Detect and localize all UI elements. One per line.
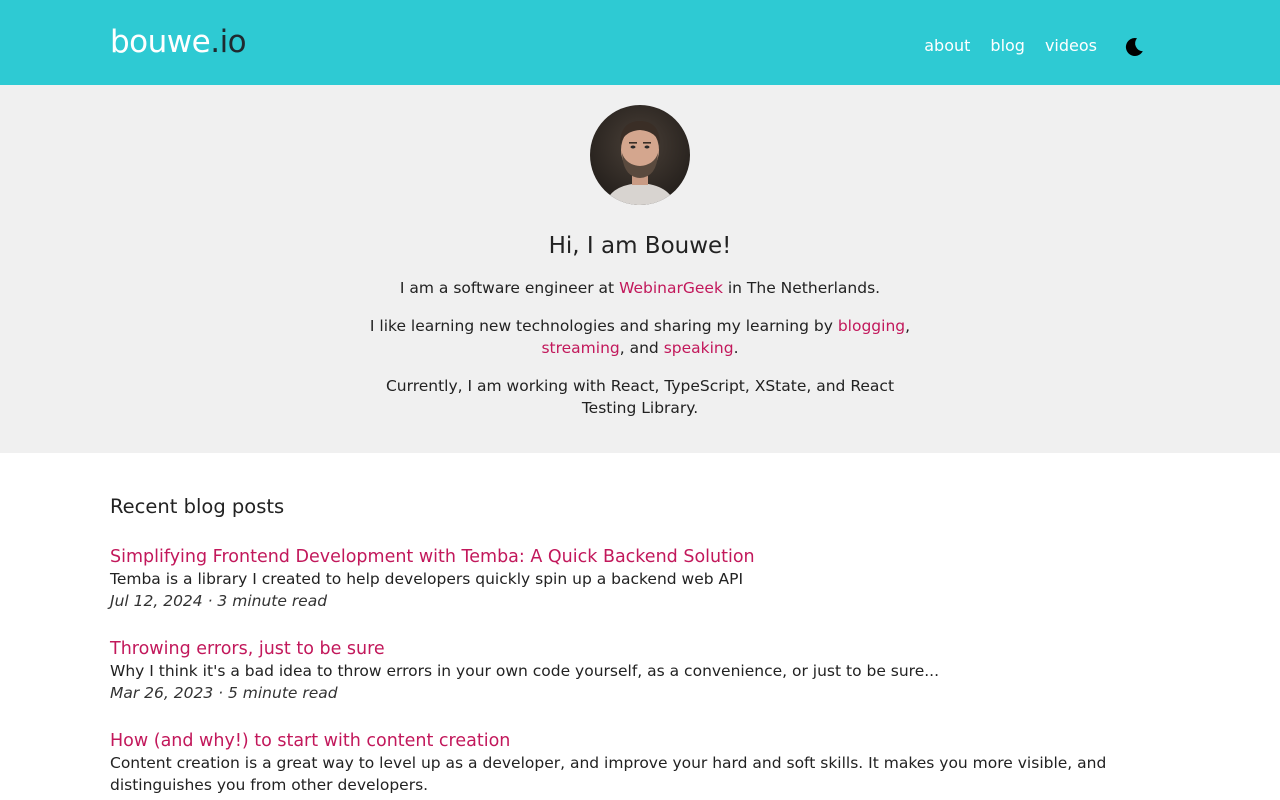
webinargeek-link[interactable]: WebinarGeek — [619, 279, 723, 297]
intro-line-work-text: I am a software engineer at — [399, 279, 620, 297]
post-meta: Jul 12, 2024 · 3 minute read — [110, 592, 328, 610]
separator-text: , and — [619, 339, 664, 357]
post-title-link[interactable]: Simplifying Frontend Development with Te… — [110, 546, 1170, 568]
nav-about-link[interactable]: about — [924, 34, 970, 58]
intro-heading: Hi, I am Bouwe! — [548, 233, 732, 259]
site-header: bouwe.io about blog videos — [0, 0, 1280, 85]
blogging-link[interactable]: blogging — [838, 317, 905, 335]
post-item: Throwing errors, just to be sure Why I t… — [110, 638, 1170, 704]
nav-videos-link[interactable]: videos — [1045, 34, 1097, 58]
intro-line-learning-text: I like learning new technologies and sha… — [369, 317, 838, 335]
intro-line-work: I am a software engineer at WebinarGeek … — [360, 277, 920, 299]
intro-line-work-text-end: in The Netherlands. — [722, 279, 881, 297]
post-description: Content creation is a great way to level… — [110, 754, 1107, 794]
post-description: Why I think it's a bad idea to throw err… — [110, 662, 940, 680]
streaming-link[interactable]: streaming — [541, 339, 619, 357]
main-nav: about blog videos — [924, 34, 1097, 58]
speaking-link[interactable]: speaking — [664, 339, 734, 357]
moon-icon[interactable] — [1122, 35, 1146, 59]
post-item: Simplifying Frontend Development with Te… — [110, 546, 1170, 612]
profile-photo-icon — [590, 105, 690, 205]
separator-text: , — [905, 317, 911, 335]
nav-blog-link[interactable]: blog — [990, 34, 1025, 58]
intro-line-current: Currently, I am working with React, Type… — [385, 377, 895, 417]
intro-line-learning: I like learning new technologies and sha… — [360, 315, 920, 359]
post-item: How (and why!) to start with content cre… — [110, 730, 1170, 796]
avatar — [590, 105, 690, 205]
intro-section: Hi, I am Bouwe! I am a software engineer… — [0, 85, 1280, 453]
post-meta: Mar 26, 2023 · 5 minute read — [110, 684, 338, 702]
post-description: Temba is a library I created to help dev… — [110, 570, 744, 588]
period-text: . — [733, 339, 739, 357]
post-title-link[interactable]: How (and why!) to start with content cre… — [110, 730, 1170, 752]
logo-tld: .io — [210, 24, 247, 60]
recent-posts-section: Recent blog posts Simplifying Frontend D… — [0, 453, 1280, 796]
site-logo[interactable]: bouwe.io — [110, 22, 247, 62]
post-title-link[interactable]: Throwing errors, just to be sure — [110, 638, 1170, 660]
recent-posts-heading: Recent blog posts — [110, 495, 285, 518]
logo-name: bouwe — [110, 24, 211, 60]
